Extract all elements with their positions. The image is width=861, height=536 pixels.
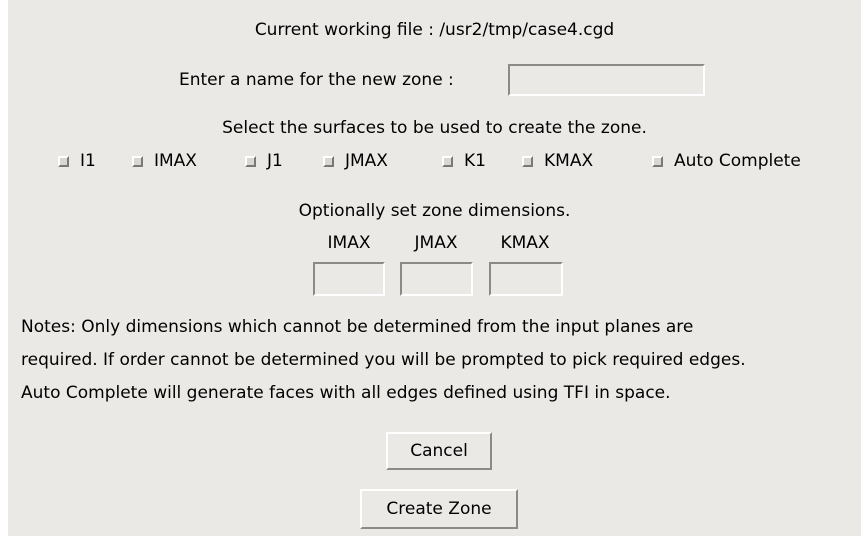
- checkbox-kmax[interactable]: KMAX: [522, 150, 593, 172]
- surfaces-prompt: Select the surfaces to be used to create…: [222, 118, 647, 138]
- checkbox-label: J1: [267, 151, 283, 171]
- imax-label: IMAX: [327, 233, 371, 253]
- checkbox-label: I1: [80, 151, 96, 171]
- checkbox-box[interactable]: [58, 155, 69, 167]
- notes-line-3: Auto Complete will generate faces with a…: [21, 383, 671, 403]
- create-zone-dialog: Current working file : /usr2/tmp/case4.c…: [8, 0, 861, 536]
- checkbox-jmax[interactable]: JMAX: [323, 150, 388, 172]
- checkbox-box[interactable]: [132, 155, 143, 167]
- notes-line-1: Notes: Only dimensions which cannot be d…: [21, 317, 694, 337]
- notes-line-2: required. If order cannot be determined …: [21, 350, 746, 370]
- jmax-label: JMAX: [414, 233, 458, 253]
- checkbox-i1[interactable]: I1: [58, 150, 96, 172]
- checkbox-label: KMAX: [544, 151, 594, 171]
- checkbox-box[interactable]: [652, 155, 663, 167]
- checkbox-box[interactable]: [245, 155, 256, 167]
- kmax-input[interactable]: [489, 262, 563, 296]
- checkbox-label: K1: [464, 151, 486, 171]
- checkbox-label: IMAX: [154, 151, 197, 171]
- imax-input[interactable]: [313, 262, 385, 296]
- checkbox-label: JMAX: [345, 151, 388, 171]
- working-file-label: Current working file : /usr2/tmp/case4.c…: [254, 20, 615, 40]
- create-zone-button[interactable]: Create Zone: [360, 489, 518, 529]
- checkbox-box[interactable]: [323, 155, 334, 167]
- checkbox-box[interactable]: [522, 155, 533, 167]
- kmax-label: KMAX: [500, 233, 550, 253]
- jmax-input[interactable]: [400, 262, 473, 296]
- checkbox-j1[interactable]: J1: [245, 150, 283, 172]
- checkbox-box[interactable]: [442, 155, 453, 167]
- zone-name-label: Enter a name for the new zone :: [179, 70, 454, 90]
- checkbox-label: Auto Complete: [674, 151, 801, 171]
- cancel-button[interactable]: Cancel: [386, 432, 492, 470]
- dimensions-prompt: Optionally set zone dimensions.: [298, 201, 571, 221]
- zone-name-input[interactable]: [508, 64, 705, 96]
- checkbox-k1[interactable]: K1: [442, 150, 486, 172]
- checkbox-imax[interactable]: IMAX: [132, 150, 197, 172]
- checkbox-auto-complete[interactable]: Auto Complete: [652, 150, 801, 172]
